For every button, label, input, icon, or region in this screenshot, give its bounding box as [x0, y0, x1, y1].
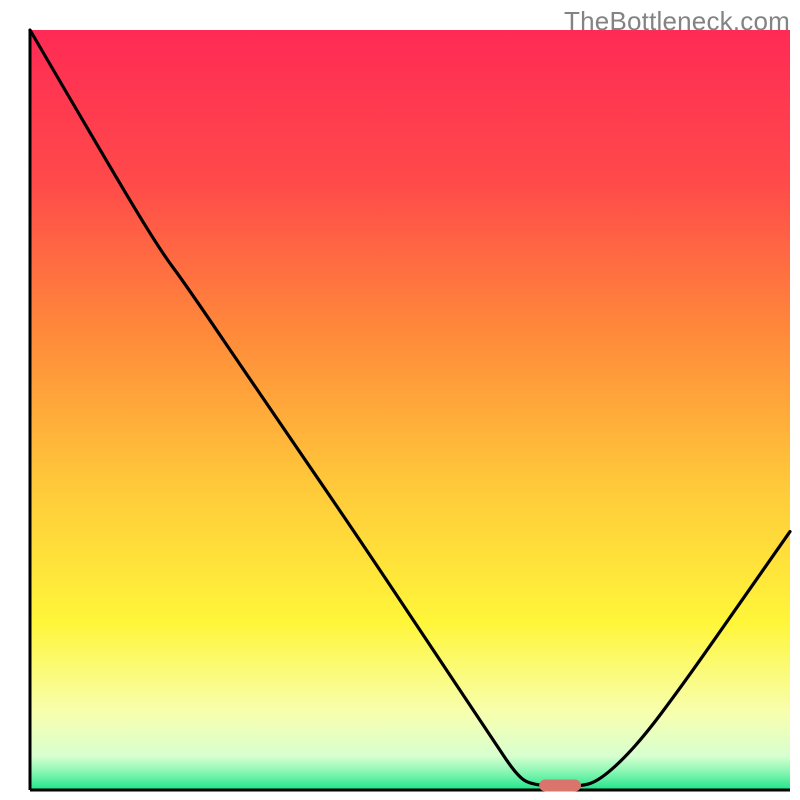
plot-background	[30, 30, 790, 790]
chart-container: TheBottleneck.com	[0, 0, 800, 800]
bottleneck-chart	[0, 0, 800, 800]
watermark-text: TheBottleneck.com	[564, 6, 790, 37]
optimal-marker	[539, 779, 581, 791]
